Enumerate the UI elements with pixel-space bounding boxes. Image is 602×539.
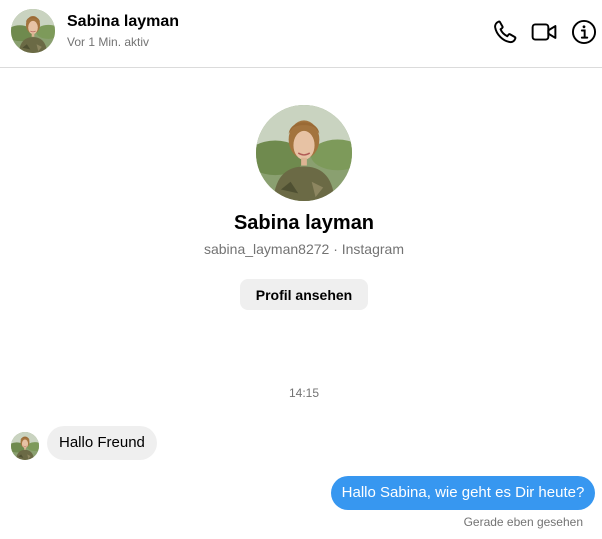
incoming-message[interactable]: Hallo Freund xyxy=(47,426,157,460)
contact-name[interactable]: Sabina layman xyxy=(67,12,179,32)
outgoing-message[interactable]: Hallo Sabina, wie geht es Dir heute? xyxy=(331,476,595,510)
view-profile-button[interactable]: Profil ansehen xyxy=(240,279,368,310)
chat-window: Sabina layman Vor 1 Min. aktiv Sabina la… xyxy=(0,0,602,539)
message-avatar[interactable] xyxy=(11,432,39,460)
chat-header: Sabina layman Vor 1 Min. aktiv xyxy=(0,0,602,68)
avatar[interactable] xyxy=(11,9,55,53)
profile-name: Sabina layman xyxy=(233,212,375,234)
seen-status: Gerade eben gesehen xyxy=(463,515,583,529)
profile-photo xyxy=(11,9,55,53)
profile-avatar[interactable] xyxy=(256,105,352,201)
message-timestamp: 14:15 xyxy=(288,386,320,400)
profile-photo xyxy=(256,105,352,201)
profile-username: sabina_layman8272 · Instagram xyxy=(203,241,404,257)
info-icon[interactable] xyxy=(571,19,597,45)
profile-photo xyxy=(11,432,39,460)
phone-icon[interactable] xyxy=(492,19,518,45)
activity-status: Vor 1 Min. aktiv xyxy=(67,35,150,49)
video-camera-icon[interactable] xyxy=(531,19,557,45)
